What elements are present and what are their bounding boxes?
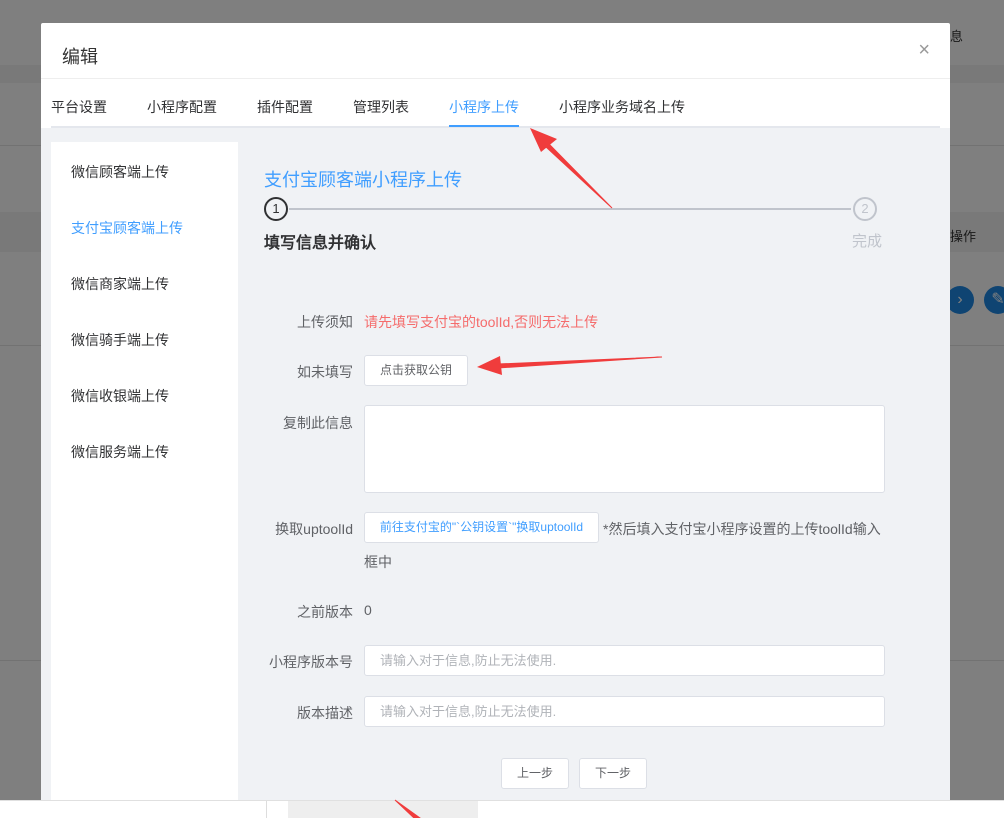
version-number-label: 小程序版本号 [269, 654, 353, 670]
sidebar-item-wechat-cashier[interactable]: 微信收银端上传 [71, 386, 169, 406]
step-1-number: 1 [264, 197, 288, 221]
step-2-number: 2 [853, 197, 877, 221]
notice-label: 上传须知 [297, 314, 353, 330]
copy-info-label: 复制此信息 [283, 415, 353, 431]
tab-miniprogram-upload[interactable]: 小程序上传 [449, 96, 519, 126]
previous-version-value: 0 [364, 602, 372, 618]
active-tab-indicator [449, 125, 519, 127]
steps-progress-line [289, 208, 851, 210]
sidebar-item-wechat-customer[interactable]: 微信顾客端上传 [71, 162, 169, 182]
if-not-filled-label: 如未填写 [297, 364, 353, 380]
goto-alipay-key-settings-button[interactable]: 前往支付宝的"`公钥设置`"换取uptoolId [364, 512, 599, 543]
version-description-input[interactable] [364, 696, 885, 727]
background-footer [0, 800, 1004, 818]
previous-version-label: 之前版本 [297, 604, 353, 620]
step-2-title: 完成 [852, 233, 883, 250]
section-title: 支付宝顾客端小程序上传 [264, 170, 462, 190]
upload-content: 支付宝顾客端小程序上传 1 2 填写信息并确认 完成 上传须知 请先填写支付宝的… [239, 142, 950, 800]
version-description-label: 版本描述 [297, 705, 353, 721]
previous-step-button[interactable]: 上一步 [501, 758, 569, 789]
tab-bar: 平台设置 小程序配置 插件配置 管理列表 小程序上传 小程序业务域名上传 [51, 96, 940, 128]
get-public-key-button[interactable]: 点击获取公钥 [364, 355, 468, 386]
tab-platform-settings[interactable]: 平台设置 [51, 96, 107, 126]
dialog-header: 编辑 × [41, 23, 950, 79]
close-icon[interactable]: × [918, 39, 930, 62]
exchange-note-line1: *然后填入支付宝小程序设置的上传toolId输入 [603, 521, 881, 537]
tab-business-domain-upload[interactable]: 小程序业务域名上传 [559, 96, 685, 126]
version-number-input[interactable] [364, 645, 885, 676]
edit-dialog: 编辑 × 平台设置 小程序配置 插件配置 管理列表 小程序上传 小程序业务域名上… [41, 23, 950, 800]
sidebar-item-wechat-rider[interactable]: 微信骑手端上传 [71, 330, 169, 350]
sidebar-item-wechat-merchant[interactable]: 微信商家端上传 [71, 274, 169, 294]
dialog-title: 编辑 [62, 47, 98, 67]
exchange-uptoolid-label: 换取uptoolId [275, 521, 353, 537]
tab-miniprogram-config[interactable]: 小程序配置 [147, 96, 217, 126]
notice-text: 请先填写支付宝的toolId,否则无法上传 [364, 314, 599, 330]
exchange-note-line2: 框中 [364, 554, 392, 570]
sidebar-item-alipay-customer[interactable]: 支付宝顾客端上传 [71, 218, 183, 238]
tab-manage-list[interactable]: 管理列表 [353, 96, 409, 126]
upload-side-menu: 微信顾客端上传 支付宝顾客端上传 微信商家端上传 微信骑手端上传 微信收银端上传… [51, 142, 238, 800]
sidebar-item-wechat-service[interactable]: 微信服务端上传 [71, 442, 169, 462]
copy-info-textarea[interactable] [364, 405, 885, 493]
next-step-button[interactable]: 下一步 [579, 758, 647, 789]
tab-plugin-config[interactable]: 插件配置 [257, 96, 313, 126]
step-1-title: 填写信息并确认 [264, 235, 377, 252]
